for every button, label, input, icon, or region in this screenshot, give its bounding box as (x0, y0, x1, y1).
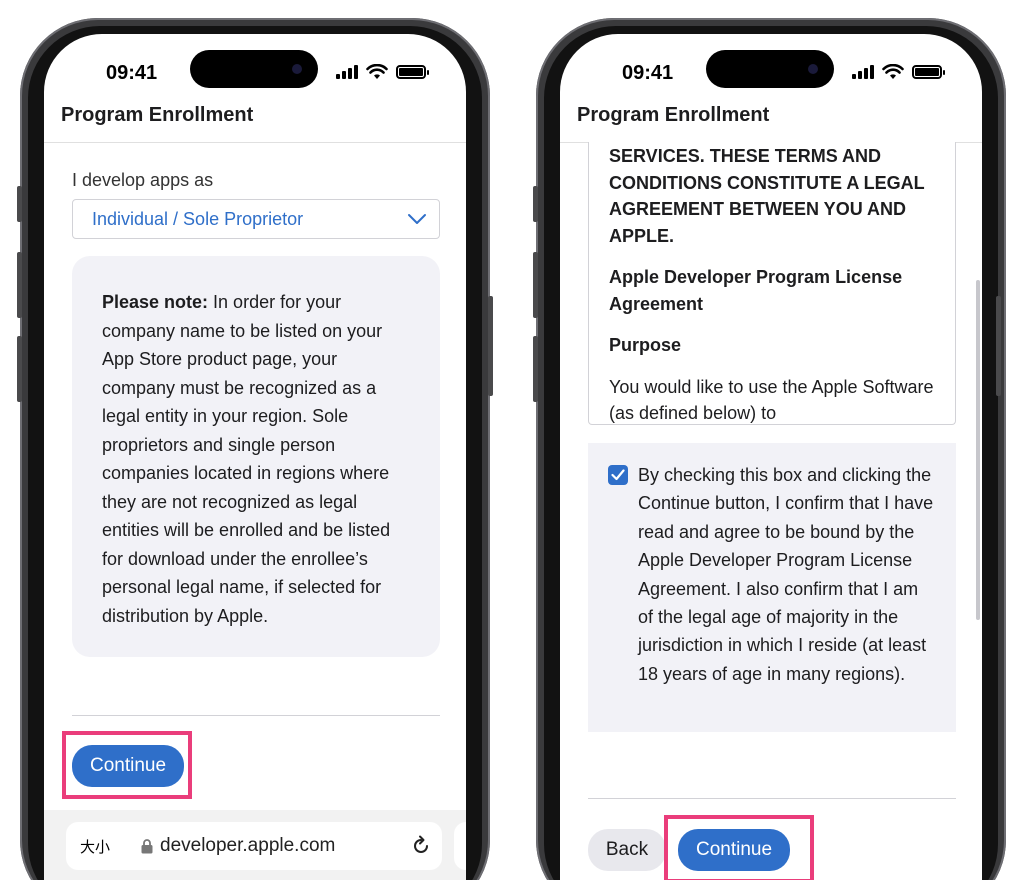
page-title: Program Enrollment (61, 104, 254, 126)
dynamic-island (190, 50, 318, 88)
page-scrollbar[interactable] (976, 280, 980, 620)
wifi-icon (366, 64, 388, 79)
footer-divider (72, 715, 440, 716)
action-button (533, 186, 538, 222)
volume-down-button (533, 336, 538, 402)
screen-left: 09:41 Program Enrollment I develop apps … (44, 34, 466, 880)
browser-toolbar: 大小 developer.apple.com (44, 810, 466, 880)
agree-checkbox[interactable] (608, 465, 628, 485)
note-title: Please note: (102, 292, 209, 312)
volume-up-button (533, 252, 538, 318)
footer-divider (588, 798, 956, 799)
status-time: 09:41 (622, 62, 674, 84)
lock-icon (141, 839, 153, 854)
next-tab-peek[interactable] (454, 822, 466, 870)
continue-button[interactable]: Continue (72, 745, 184, 787)
status-time: 09:41 (106, 62, 158, 84)
entity-type-select[interactable]: Individual / Sole Proprietor (72, 199, 440, 239)
dynamic-island (706, 50, 834, 88)
action-button (17, 186, 22, 222)
address-bar[interactable]: 大小 developer.apple.com (66, 822, 442, 870)
screen-right: 09:41 Program Enrollment SERVICES. THESE… (560, 34, 982, 880)
status-icons (336, 64, 429, 80)
entity-type-value: Individual / Sole Proprietor (92, 208, 304, 229)
reload-icon[interactable] (410, 835, 432, 857)
back-button[interactable]: Back (588, 829, 666, 871)
volume-up-button (17, 252, 22, 318)
license-agreement-scrollbox[interactable]: SERVICES. THESE TERMS AND CONDITIONS CON… (588, 142, 956, 425)
entity-type-label: I develop apps as (72, 170, 214, 190)
volume-down-button (17, 336, 22, 402)
power-button (996, 296, 1001, 396)
terms-body: You would like to use the Apple Software… (609, 376, 934, 424)
url-text: developer.apple.com (160, 835, 336, 856)
note-box: Please note: In order for your company n… (72, 256, 440, 657)
terms-heading: Apple Developer Program License Agreemen… (609, 267, 903, 314)
page-title: Program Enrollment (577, 104, 770, 126)
battery-icon (912, 65, 945, 79)
continue-button[interactable]: Continue (678, 829, 790, 871)
chevron-down-icon (408, 214, 426, 224)
header-divider (44, 142, 466, 143)
battery-icon (396, 65, 429, 79)
power-button (488, 296, 493, 396)
text-size-button[interactable]: 大小 (80, 836, 140, 857)
cellular-signal-icon (336, 65, 358, 79)
cellular-signal-icon (852, 65, 874, 79)
note-body: In order for your company name to be lis… (102, 292, 391, 626)
terms-subheading: Purpose (609, 335, 682, 355)
agree-text: By checking this box and clicking the Co… (638, 465, 934, 684)
wifi-icon (882, 64, 904, 79)
checkmark-icon (611, 469, 625, 481)
status-icons (852, 64, 945, 80)
agreement-consent: By checking this box and clicking the Co… (588, 443, 956, 732)
terms-caps-text: SERVICES. THESE TERMS AND CONDITIONS CON… (609, 146, 925, 246)
